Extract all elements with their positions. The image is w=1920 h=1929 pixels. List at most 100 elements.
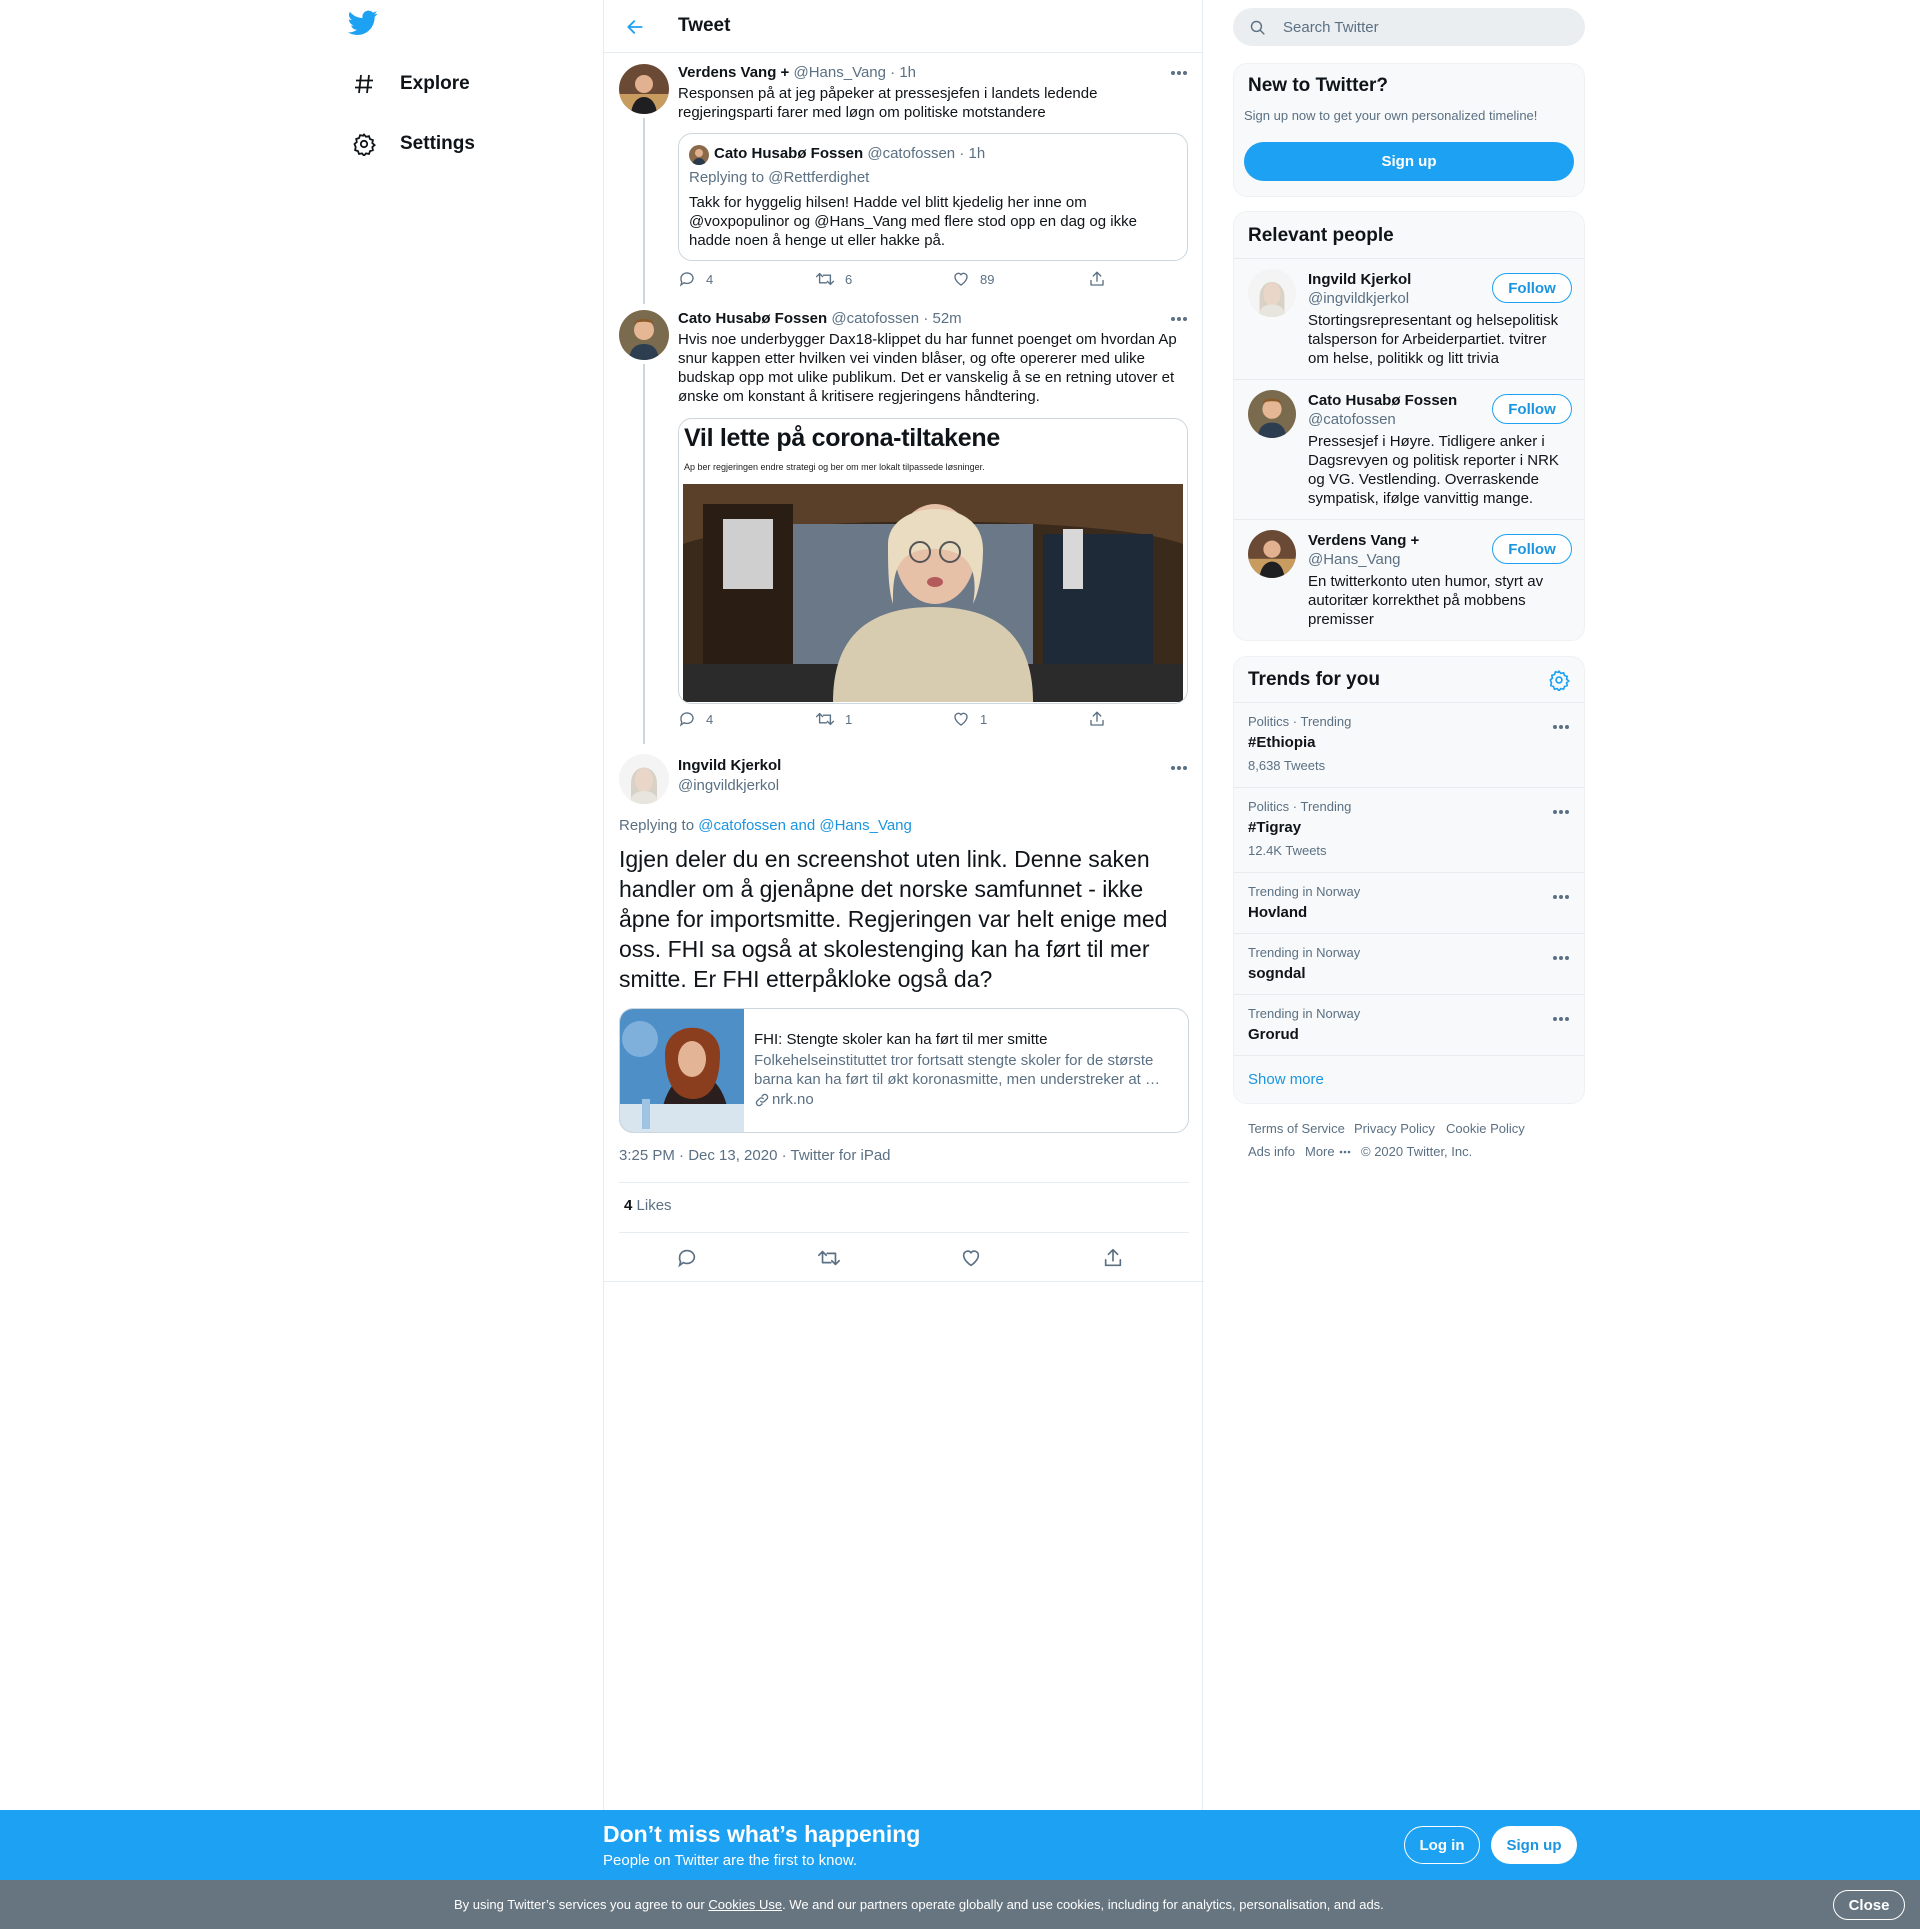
thread-tweet[interactable]: Cato Husabø Fossen @catofossen · 52m Hvi… [604,300,1204,744]
image-photo [683,484,1183,702]
search-input[interactable] [1283,16,1563,38]
more-options-icon[interactable] [1550,1013,1572,1025]
person-name[interactable]: Cato Husabø Fossen [1308,392,1457,409]
author-handle[interactable]: @Hans_Vang [793,64,886,81]
nav-settings[interactable]: Settings [342,119,562,169]
person-item[interactable]: Cato Husabø Fossen @catofossen Follow Pr… [1234,379,1584,519]
ads-info-link[interactable]: Ads info [1248,1144,1295,1159]
more-options-icon[interactable] [1168,66,1190,80]
like-button[interactable]: 89 [952,270,994,288]
person-handle[interactable]: @ingvildkjerkol [1308,290,1409,307]
nav-explore[interactable]: Explore [342,59,562,109]
person-handle[interactable]: @Hans_Vang [1308,551,1401,568]
tweet-time[interactable]: · 1h [890,64,916,81]
show-more-link[interactable]: Show more [1248,1071,1324,1088]
retweet-button[interactable]: 1 [815,710,852,728]
tweet-time[interactable]: · 52m [923,310,961,327]
avatar[interactable] [1248,390,1296,438]
reply-button[interactable]: 4 [678,270,713,288]
follow-button[interactable]: Follow [1492,273,1572,303]
reply-count: 4 [706,271,714,287]
reply-icon[interactable] [676,1247,698,1269]
quoted-header: Cato Husabø Fossen @catofossen · 1h [714,145,985,162]
retweet-button[interactable]: 6 [815,270,852,288]
more-options-icon[interactable] [1168,761,1190,775]
heart-icon[interactable] [960,1247,982,1269]
more-dots-icon [1339,1150,1350,1153]
author-name[interactable]: Ingvild Kjerkol [678,757,781,774]
more-options-icon[interactable] [1550,721,1572,733]
back-arrow-icon[interactable] [618,10,652,44]
person-handle[interactable]: @catofossen [1308,411,1396,428]
author-name[interactable]: Verdens Vang + [678,64,789,81]
reply-button[interactable]: 4 [678,710,713,728]
author-handle[interactable]: @catofossen [831,310,919,327]
share-button[interactable] [1088,710,1106,728]
avatar[interactable] [1248,269,1296,317]
person-bio: En twitterkonto uten humor, styrt av aut… [1308,573,1544,628]
person-item[interactable]: Ingvild Kjerkol @ingvildkjerkol Follow S… [1234,258,1584,379]
person-name[interactable]: Verdens Vang + [1308,532,1419,549]
cookie-close-button[interactable]: Close [1833,1890,1905,1920]
tweet-timestamp[interactable]: 3:25 PM · Dec 13, 2020 · Twitter for iPa… [619,1147,891,1164]
more-options-icon[interactable] [1550,891,1572,903]
quoted-tweet[interactable]: Cato Husabø Fossen @catofossen · 1h Repl… [678,133,1188,261]
tweet-image[interactable]: Vil lette på corona-tiltakene Ap ber reg… [678,418,1188,704]
thread-tweet[interactable]: Verdens Vang + @Hans_Vang · 1h Responsen… [604,54,1204,304]
new-to-twitter-subtitle: Sign up now to get your own personalized… [1244,108,1538,123]
quoted-avatar [689,145,709,165]
main-header: Tweet [604,0,1202,53]
more-link[interactable]: More [1305,1144,1352,1159]
tweet-text: Hvis noe underbygger Dax18-klippet du ha… [678,331,1177,405]
more-options-icon[interactable] [1168,312,1190,326]
link-card[interactable]: FHI: Stengte skoler kan ha ført til mer … [619,1008,1189,1133]
author-name[interactable]: Cato Husabø Fossen [678,310,827,327]
trend-meta: Politics · Trending [1248,714,1352,729]
like-count: 1 [980,711,988,727]
avatar[interactable] [619,310,669,360]
cookie-policy-link[interactable]: Cookie Policy [1446,1121,1525,1136]
share-button[interactable] [1088,270,1106,288]
avatar[interactable] [1248,530,1296,578]
twitter-bird-icon[interactable] [348,10,388,44]
banner-sign-up-button[interactable]: Sign up [1491,1826,1577,1864]
trend-item[interactable]: Politics · Trending #Ethiopia 8,638 Twee… [1234,702,1584,787]
page-title: Tweet [678,15,731,36]
terms-link[interactable]: Terms of Service [1248,1121,1345,1136]
banner-subtitle: People on Twitter are the first to know. [603,1852,858,1869]
trend-item[interactable]: Politics · Trending #Tigray 12.4K Tweets [1234,787,1584,872]
person-item[interactable]: Verdens Vang + @Hans_Vang Follow En twit… [1234,519,1584,640]
focused-tweet-text: Igjen deler du en screenshot uten link. … [619,846,1168,992]
search-bar[interactable] [1233,8,1585,46]
replying-to-users[interactable]: @catofossen and @Hans_Vang [698,817,912,834]
trend-item[interactable]: Trending in Norway sogndal [1234,933,1584,994]
trend-name: sogndal [1248,965,1306,982]
like-button[interactable]: 1 [952,710,987,728]
trends-settings-gear-icon[interactable] [1548,669,1570,691]
trend-item[interactable]: Trending in Norway Grorud [1234,994,1584,1055]
copyright: © 2020 Twitter, Inc. [1361,1144,1473,1159]
likes-count: 4 [624,1197,633,1214]
sign-up-button[interactable]: Sign up [1244,142,1574,181]
cookies-use-link[interactable]: Cookies Use [708,1897,782,1912]
focused-tweet-actions [619,1233,1189,1281]
heart-icon [954,712,968,726]
privacy-link[interactable]: Privacy Policy [1354,1121,1435,1136]
link-card-description: Folkehelseinstituttet tror fortsatt sten… [754,1052,1160,1088]
author-handle[interactable]: @ingvildkjerkol [678,777,779,794]
follow-button[interactable]: Follow [1492,394,1572,424]
image-headline: Vil lette på corona-tiltakene [684,424,1000,452]
more-options-icon[interactable] [1550,952,1572,964]
relevant-people-card: Relevant people Ingvild Kjerkol @ingvild… [1233,211,1585,641]
trends-card: Trends for you Politics · Trending #Ethi… [1233,656,1585,1104]
log-in-button[interactable]: Log in [1404,1826,1480,1864]
likes-summary[interactable]: 4 Likes [624,1197,672,1214]
retweet-icon[interactable] [817,1247,841,1269]
trend-item[interactable]: Trending in Norway Hovland [1234,872,1584,933]
more-options-icon[interactable] [1550,806,1572,818]
follow-button[interactable]: Follow [1492,534,1572,564]
avatar[interactable] [619,64,669,114]
avatar[interactable] [619,754,669,804]
person-name[interactable]: Ingvild Kjerkol [1308,271,1411,288]
share-icon[interactable] [1102,1247,1124,1269]
